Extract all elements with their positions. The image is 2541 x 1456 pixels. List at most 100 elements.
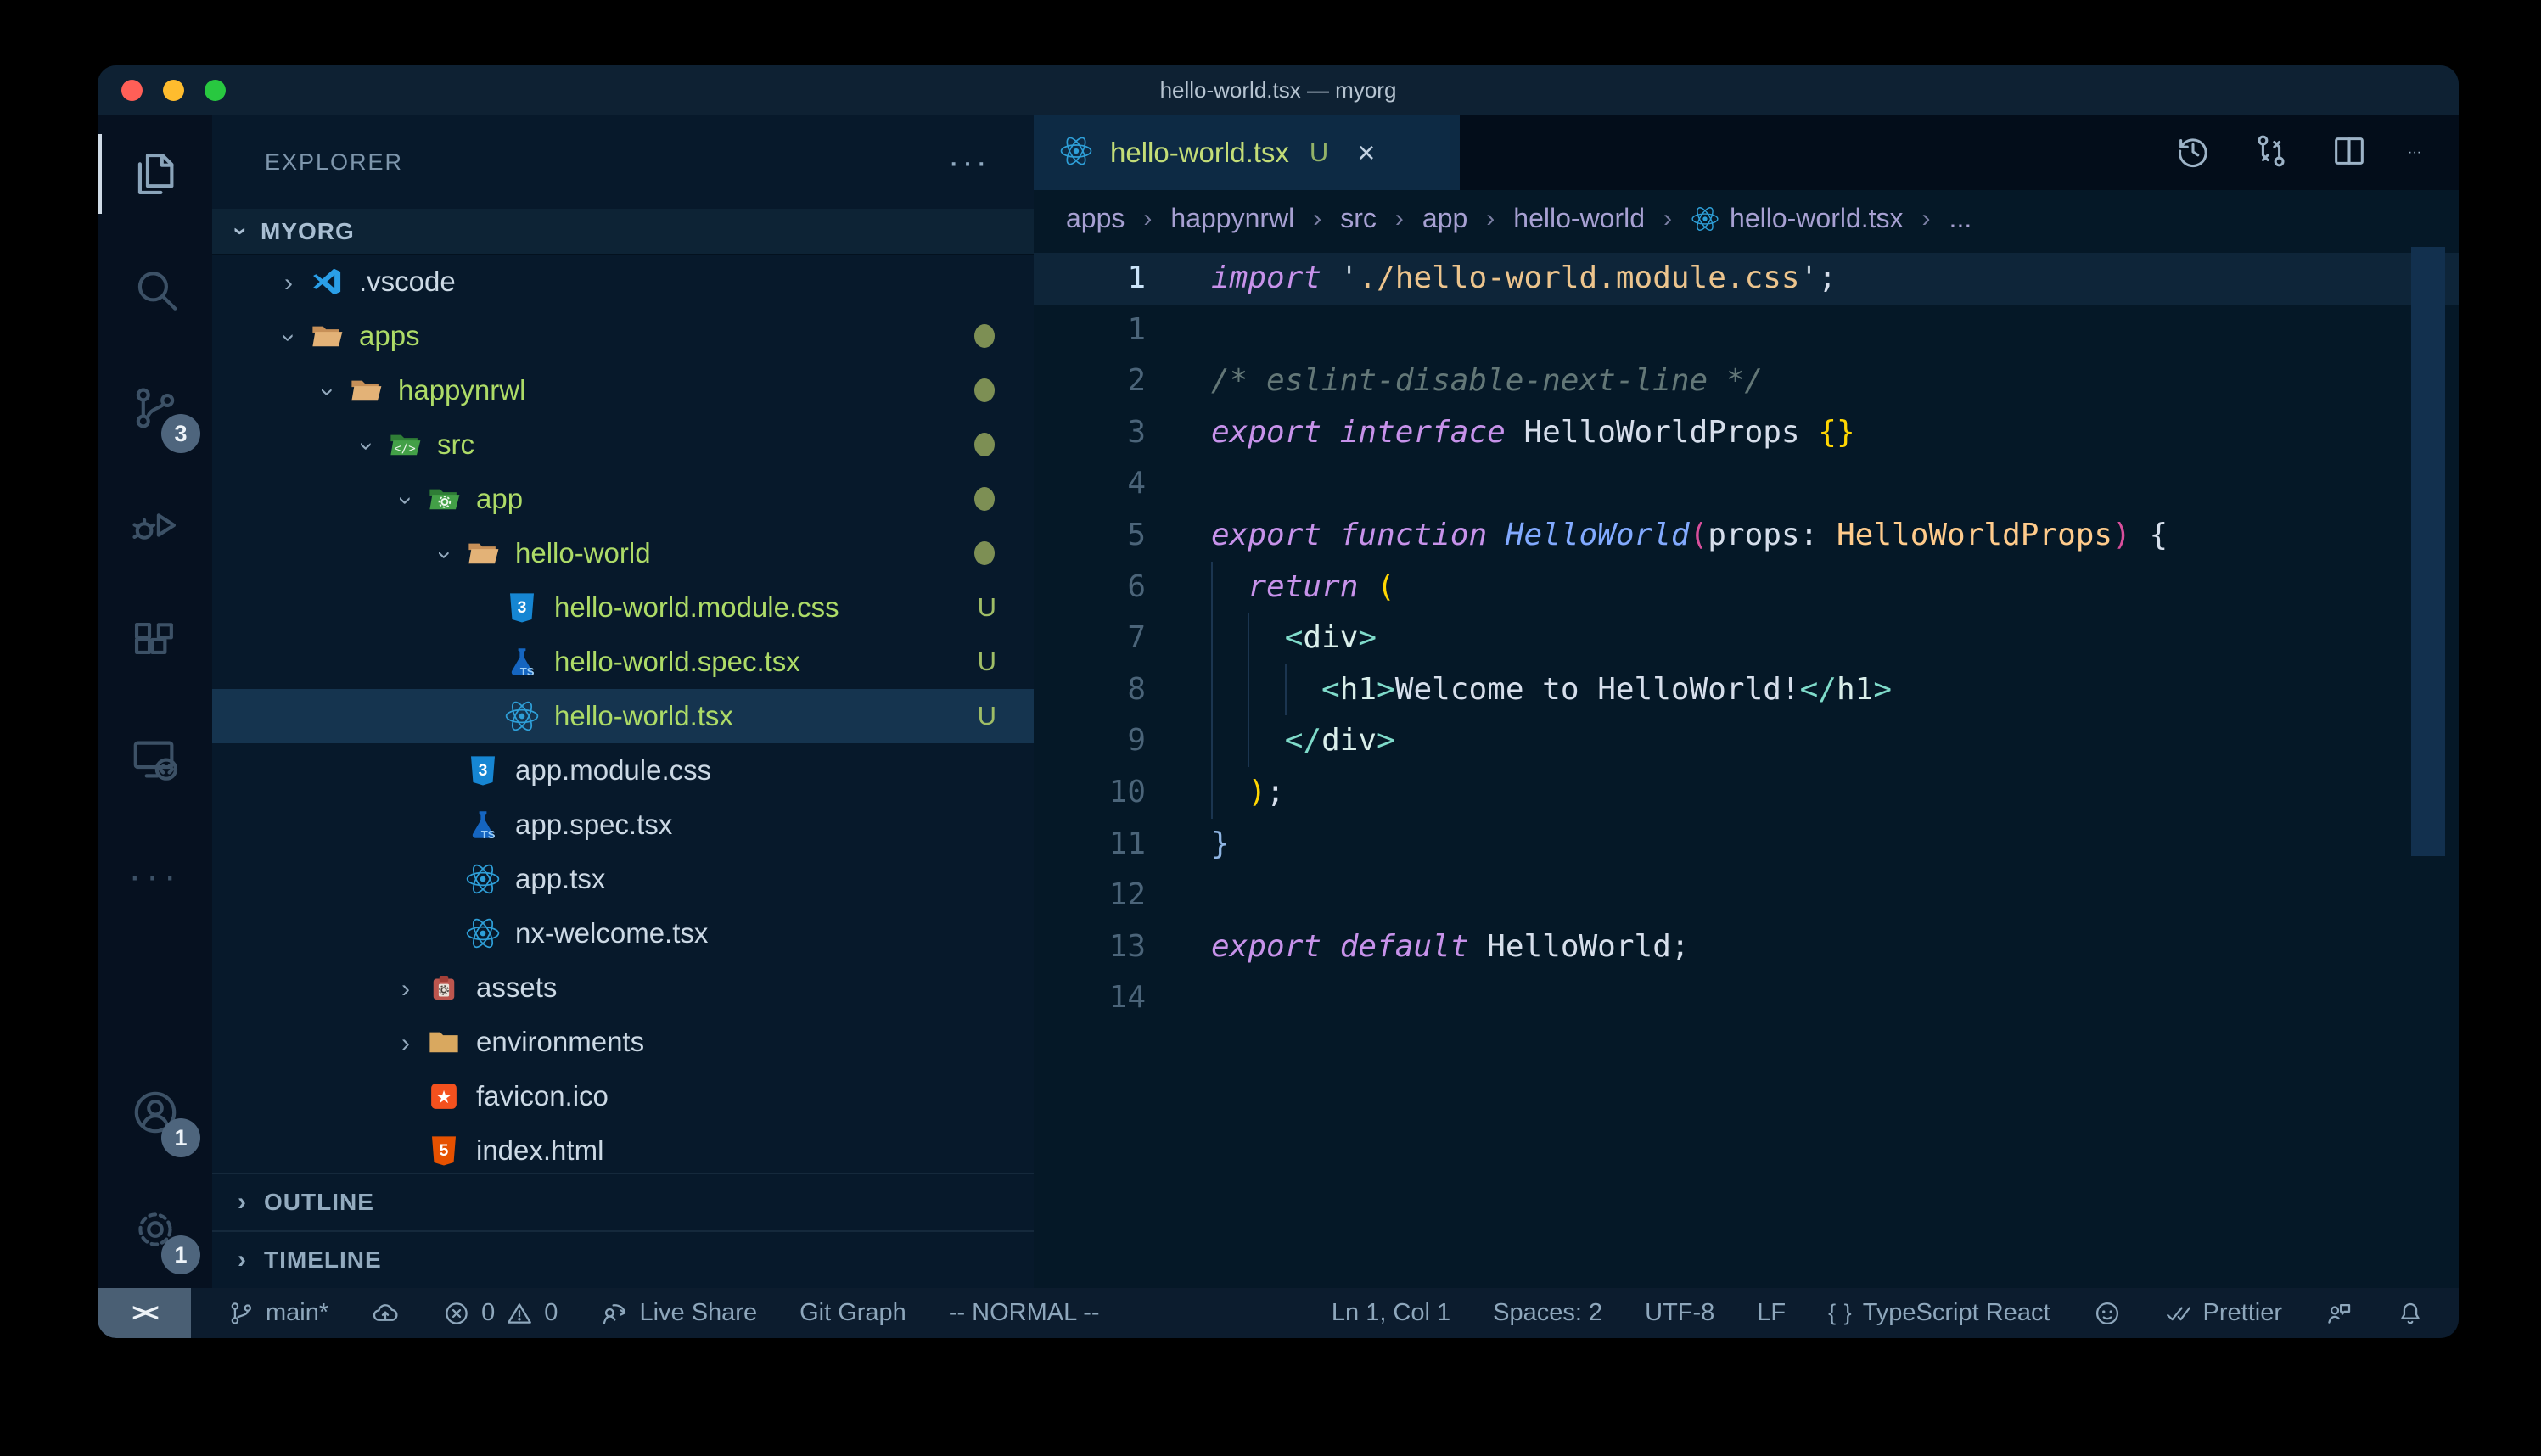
activity-source-control-icon[interactable]: 3	[98, 350, 212, 467]
tree-item-nx-welcome-tsx[interactable]: nx-welcome.tsx	[212, 906, 1034, 960]
indent-guide	[1211, 562, 1213, 613]
activity-accounts-icon[interactable]: 1	[98, 1054, 212, 1171]
breadcrumb-item[interactable]: src	[1340, 203, 1377, 234]
tab-hello-world-tsx[interactable]: hello-world.tsx U ×	[1034, 115, 1460, 190]
code-line: }	[1211, 819, 2168, 871]
bell-icon	[2396, 1299, 2425, 1328]
status-item-problems[interactable]: 00	[442, 1299, 558, 1328]
assets-icon	[425, 969, 463, 1006]
maximize-window-button[interactable]	[205, 80, 226, 101]
status-item-indentation[interactable]: Spaces: 2	[1493, 1299, 1602, 1327]
svg-text:3: 3	[479, 762, 488, 780]
activity-run-debug-icon[interactable]	[98, 467, 212, 584]
remote-indicator[interactable]: ><	[98, 1288, 191, 1338]
tree-item-app-spec-tsx[interactable]: TSapp.spec.tsx	[212, 798, 1034, 852]
minimize-window-button[interactable]	[163, 80, 184, 101]
window-title: hello-world.tsx — myorg	[1160, 77, 1397, 104]
line-number: 1	[1034, 253, 1146, 305]
activity-extensions-icon[interactable]	[98, 584, 212, 701]
breadcrumb-item[interactable]: apps	[1066, 203, 1125, 234]
code-line: <div>	[1211, 613, 2168, 664]
explorer-actions-icon[interactable]: ···	[948, 154, 990, 171]
tree-item-app[interactable]: ›app	[212, 472, 1034, 526]
breadcrumb-item[interactable]: app	[1422, 203, 1467, 234]
code-line: /* eslint-disable-next-line */	[1211, 356, 2168, 407]
breadcrumb: apps›happynrwl›src›app›hello-world›hello…	[1034, 190, 2459, 247]
status-item-language-mode[interactable]: { }TypeScript React	[1828, 1299, 2050, 1327]
status-item-eol[interactable]: LF	[1757, 1299, 1786, 1327]
tree-item-environments[interactable]: ›environments	[212, 1015, 1034, 1069]
css-icon: 3	[464, 752, 502, 789]
breadcrumb-separator: ›	[1663, 204, 1672, 233]
cloud-upload-icon	[371, 1299, 400, 1328]
status-item-vim-mode[interactable]: -- NORMAL --	[949, 1299, 1100, 1327]
status-item-github[interactable]	[2093, 1299, 2122, 1328]
timeline-panel-header[interactable]: › TIMELINE	[212, 1230, 1034, 1288]
tree-item-hello-world-tsx[interactable]: hello-world.tsxU	[212, 689, 1034, 743]
tree-item-assets[interactable]: ›assets	[212, 960, 1034, 1015]
tree-item-src[interactable]: ›</>src	[212, 417, 1034, 472]
test-icon: TS	[503, 643, 541, 680]
status-item-notifications[interactable]	[2396, 1299, 2425, 1328]
react-icon	[503, 697, 541, 735]
chevron-right-icon: ›	[401, 1029, 410, 1058]
indent-guide	[1248, 664, 1249, 716]
status-item-cursor-position[interactable]: Ln 1, Col 1	[1332, 1299, 1450, 1327]
tree-item-app-tsx[interactable]: app.tsx	[212, 852, 1034, 906]
react-icon	[464, 860, 502, 898]
status-item-prettier[interactable]: Prettier	[2164, 1299, 2282, 1328]
activity-explorer-icon[interactable]	[98, 115, 212, 232]
tree-item-apps[interactable]: ›apps	[212, 309, 1034, 363]
outline-panel-header[interactable]: › OUTLINE	[212, 1173, 1034, 1230]
more-actions-icon[interactable]: ···	[2408, 145, 2421, 160]
tree-item-favicon-ico[interactable]: ★favicon.ico	[212, 1069, 1034, 1123]
tree-item-hello-world[interactable]: ›hello-world	[212, 526, 1034, 580]
svg-text:TS: TS	[520, 665, 535, 678]
line-number: 12	[1034, 870, 1146, 921]
tree-item-index-html[interactable]: 5index.html	[212, 1123, 1034, 1173]
indent-guide	[1211, 767, 1213, 819]
open-changes-icon[interactable]	[2252, 132, 2291, 175]
activity-more-icon[interactable]: ···	[98, 818, 212, 935]
git-modified-dot	[974, 541, 995, 565]
workspace-section-header[interactable]: › MYORG	[212, 209, 1034, 255]
code-line: export function HelloWorld(props: HelloW…	[1211, 510, 2168, 562]
tree-item--vscode[interactable]: ›.vscode	[212, 255, 1034, 309]
status-item-git-graph[interactable]: Git Graph	[799, 1299, 906, 1327]
svg-text:5: 5	[440, 1142, 449, 1160]
traffic-lights	[121, 65, 226, 115]
activity-remote-explorer-icon[interactable]	[98, 701, 212, 818]
tree-item-happynrwl[interactable]: ›happynrwl	[212, 363, 1034, 417]
breadcrumb-item[interactable]: hello-world	[1513, 203, 1645, 234]
editor-actions: ···	[2174, 115, 2459, 190]
tree-item-hello-world-spec-tsx[interactable]: TShello-world.spec.tsxU	[212, 635, 1034, 689]
tree-item-hello-world-module-css[interactable]: 3hello-world.module.cssU	[212, 580, 1034, 635]
status-item-feedback[interactable]	[2325, 1299, 2353, 1328]
close-tab-icon[interactable]: ×	[1357, 135, 1375, 171]
line-number: 9	[1034, 715, 1146, 767]
split-editor-icon[interactable]	[2330, 132, 2369, 175]
breadcrumb-item[interactable]: ...	[1949, 203, 1972, 234]
code-editor[interactable]: 11234567891011121314 import './hello-wor…	[1034, 247, 2459, 1288]
tree-item-label: favicon.ico	[476, 1080, 609, 1112]
title-bar: hello-world.tsx — myorg	[98, 65, 2459, 115]
breadcrumb-item[interactable]: hello-world.tsx	[1691, 203, 1904, 234]
indent-guide	[1211, 613, 1213, 664]
tree-item-label: app.module.css	[515, 754, 711, 787]
tree-item-app-module-css[interactable]: 3 app.module.css	[212, 743, 1034, 798]
close-window-button[interactable]	[121, 80, 143, 101]
status-item-encoding[interactable]: UTF-8	[1645, 1299, 1714, 1327]
git-modified-dot	[974, 487, 995, 511]
status-item-branch[interactable]: main*	[227, 1299, 328, 1328]
breadcrumb-item[interactable]: happynrwl	[1170, 203, 1294, 234]
status-item-publish[interactable]	[371, 1299, 400, 1328]
activity-settings-icon[interactable]: 1	[98, 1171, 212, 1288]
tree-item-label: app.tsx	[515, 863, 605, 895]
timeline-history-icon[interactable]	[2174, 132, 2213, 175]
editor-scrollbar[interactable]	[2411, 247, 2445, 856]
chevron-down-icon: ›	[430, 551, 459, 559]
status-item-live-share[interactable]: Live Share	[600, 1299, 757, 1328]
folder-open-icon	[308, 317, 345, 355]
git-modified-dot	[974, 324, 995, 348]
activity-search-icon[interactable]	[98, 232, 212, 350]
